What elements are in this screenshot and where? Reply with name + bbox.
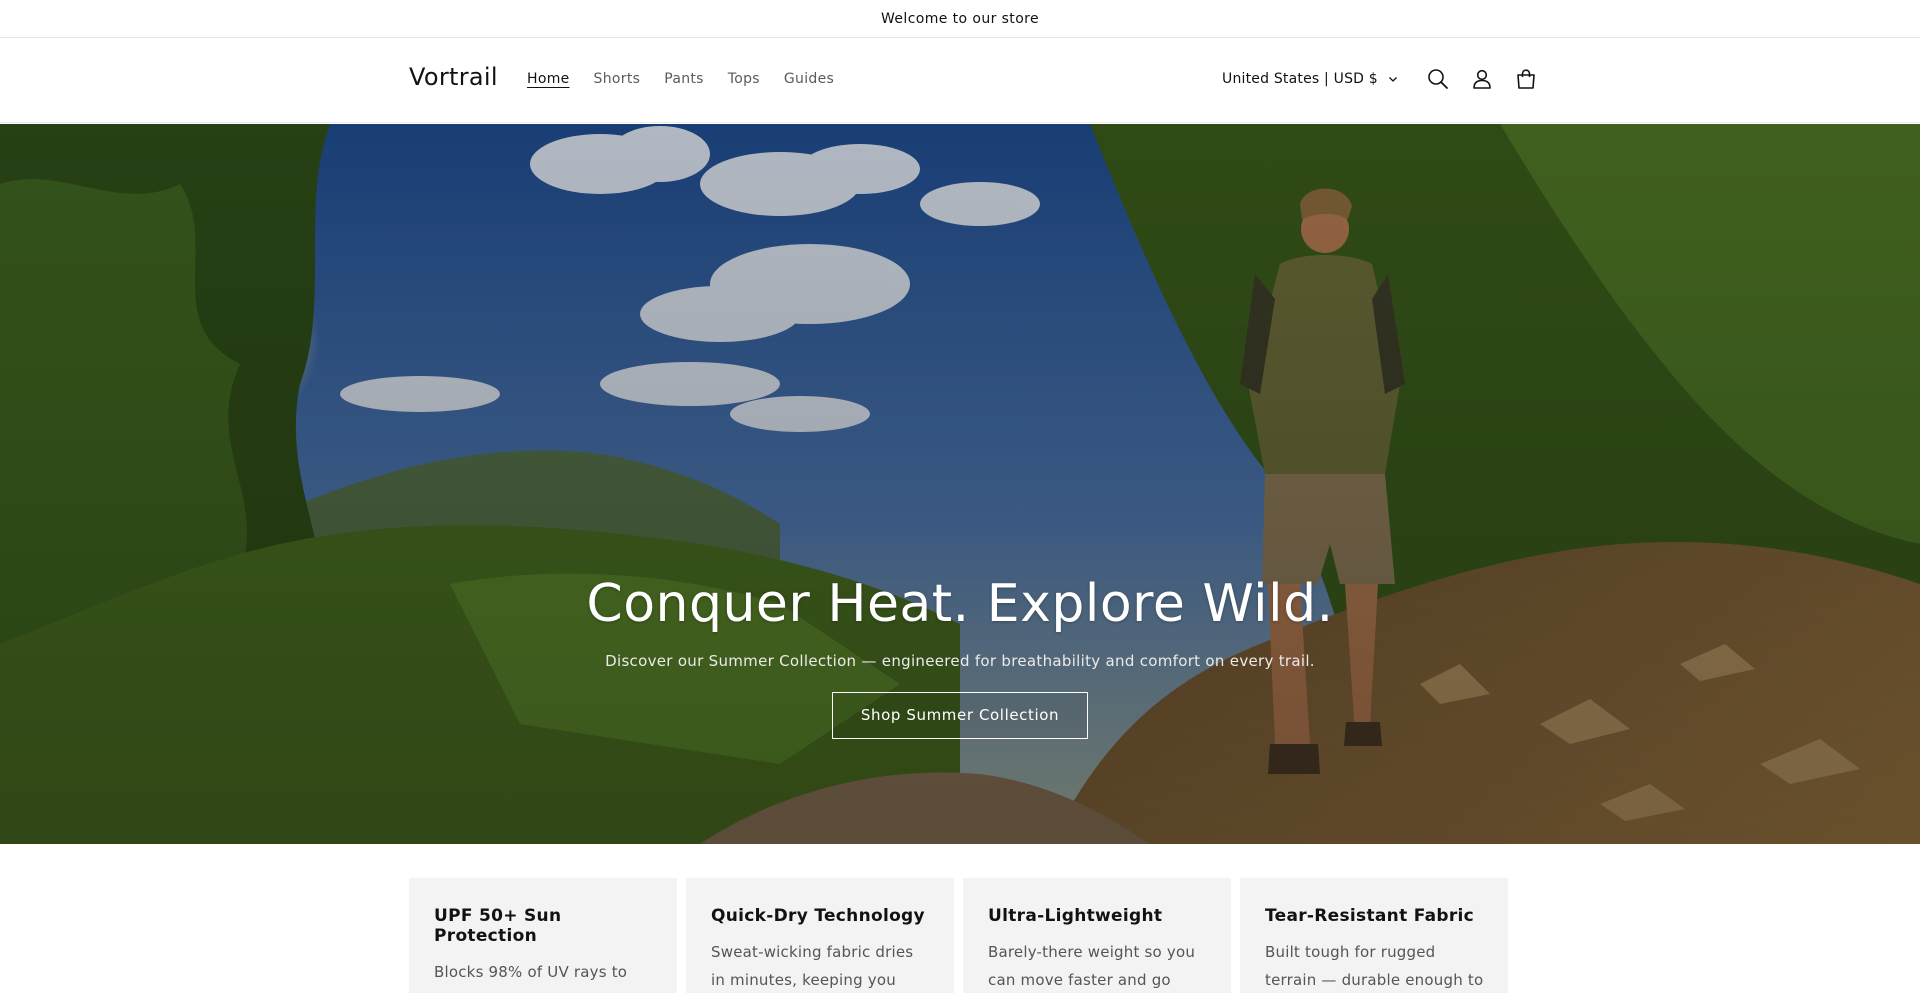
search-button[interactable] [1416, 60, 1460, 98]
feature-card-tear-resistant: Tear-Resistant Fabric Built tough for ru… [1240, 878, 1508, 993]
country-selector[interactable]: United States | USD $ [1222, 71, 1398, 87]
feature-list: UPF 50+ Sun Protection Blocks 98% of UV … [409, 878, 1511, 993]
nav-item-pants[interactable]: Pants [664, 71, 704, 87]
shop-summer-collection-button[interactable]: Shop Summer Collection [831, 692, 1089, 739]
hero-banner: Conquer Heat. Explore Wild. Discover our… [0, 124, 1920, 844]
cart-icon [1517, 69, 1535, 89]
site-header: Vortrail Home Shorts Pants Tops Guides U… [0, 38, 1920, 123]
feature-title: Quick-Dry Technology [711, 906, 925, 926]
hero-title: Conquer Heat. Explore Wild. [586, 574, 1334, 634]
feature-text: Blocks 98% of UV rays to keep you safe u… [434, 963, 628, 993]
main-nav: Home Shorts Pants Tops Guides [527, 71, 858, 87]
account-icon [1473, 69, 1491, 89]
announcement-bar: Welcome to our store [0, 0, 1920, 38]
feature-title: UPF 50+ Sun Protection [434, 906, 562, 946]
feature-text: Sweat-wicking fabric dries in minutes, k… [711, 943, 914, 989]
feature-card-lightweight: Ultra-Lightweight Barely-there weight so… [963, 878, 1231, 993]
nav-item-tops[interactable]: Tops [728, 71, 760, 87]
feature-title: Tear-Resistant Fabric [1265, 906, 1475, 926]
feature-text: Built tough for rugged terrain — durable… [1265, 943, 1484, 989]
country-selector-label: United States | USD $ [1222, 71, 1378, 87]
cart-button[interactable] [1504, 60, 1548, 98]
announcement-text: Welcome to our store [880, 10, 1040, 27]
feature-card-quick-dry: Quick-Dry Technology Sweat-wicking fabri… [686, 878, 954, 993]
nav-item-guides[interactable]: Guides [784, 71, 834, 87]
store-logo[interactable]: Vortrail [409, 63, 498, 91]
feature-card-sun-protection: UPF 50+ Sun Protection Blocks 98% of UV … [409, 878, 677, 993]
hero-subtitle: Discover our Summer Collection — enginee… [605, 652, 1315, 670]
header-actions: United States | USD $ [1222, 60, 1548, 98]
nav-item-home[interactable]: Home [527, 71, 570, 87]
search-icon [1428, 69, 1448, 89]
chevron-down-icon [1388, 77, 1397, 82]
feature-text: Barely-there weight so you can move fast… [988, 943, 1196, 989]
nav-item-shorts[interactable]: Shorts [594, 71, 641, 87]
feature-title: Ultra-Lightweight [988, 906, 1163, 926]
hero-content: Conquer Heat. Explore Wild. Discover our… [0, 574, 1920, 739]
account-button[interactable] [1460, 60, 1504, 98]
